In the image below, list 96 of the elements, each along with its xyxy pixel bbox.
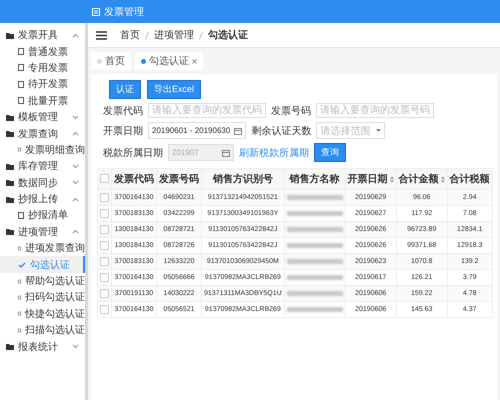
chevron-icon bbox=[72, 114, 79, 120]
folder-icon bbox=[6, 114, 14, 121]
document-icon bbox=[18, 97, 24, 104]
column-header: 发票号码 bbox=[156, 168, 202, 190]
field-label: 剩余认证天数 bbox=[251, 124, 312, 138]
chevron-icon bbox=[72, 229, 79, 234]
breadcrumb-item[interactable]: 首页 bbox=[120, 28, 140, 42]
menu-group[interactable]: 报表统计 bbox=[0, 338, 85, 355]
checkbox[interactable] bbox=[100, 273, 109, 282]
document-icon bbox=[18, 326, 21, 334]
chevron-icon bbox=[72, 180, 79, 186]
chevron-icon bbox=[72, 164, 79, 169]
separator-icon bbox=[199, 30, 203, 40]
app-icon bbox=[92, 8, 100, 16]
app-title: 发票管理 bbox=[104, 6, 144, 18]
document-icon bbox=[18, 64, 24, 72]
folder-icon bbox=[6, 179, 14, 186]
field-label: 税款所属日期 bbox=[103, 146, 163, 160]
column-header: 合计税额 bbox=[447, 168, 492, 190]
checkbox[interactable] bbox=[100, 193, 109, 202]
blurred-text bbox=[286, 242, 343, 248]
menu-item[interactable]: 扫码勾选认证 bbox=[0, 289, 85, 306]
menu-icon[interactable] bbox=[96, 30, 107, 40]
menu-group[interactable]: 库存管理 bbox=[0, 158, 85, 175]
checkbox[interactable] bbox=[100, 174, 109, 184]
column-header: 发票代码 bbox=[112, 168, 156, 190]
menu-item[interactable]: 普通发票 bbox=[0, 43, 85, 60]
checkbox[interactable] bbox=[100, 209, 109, 218]
menu-item[interactable]: 帮助勾选认证 bbox=[0, 272, 85, 290]
folder-icon bbox=[6, 196, 14, 203]
sort-icon[interactable] bbox=[390, 176, 394, 182]
check-icon bbox=[18, 262, 26, 268]
document-icon bbox=[18, 146, 21, 154]
menu-item[interactable]: 专用发票 bbox=[0, 60, 85, 76]
menu-group[interactable]: 进项管理 bbox=[0, 224, 85, 240]
checkbox[interactable] bbox=[100, 305, 109, 314]
menu-item[interactable]: 抄报清单 bbox=[0, 207, 85, 224]
menu-item[interactable]: 发票明细查询 bbox=[0, 142, 85, 158]
chevron-icon bbox=[72, 196, 79, 202]
folder-icon bbox=[6, 130, 14, 138]
checkbox[interactable] bbox=[100, 225, 109, 234]
field-label: 发票代码 bbox=[103, 104, 143, 118]
document-icon bbox=[18, 244, 21, 252]
chevron-icon bbox=[72, 32, 79, 38]
column-header: 销售方名称 bbox=[284, 168, 346, 190]
caret-icon bbox=[376, 128, 382, 132]
column-header: 销售方识别号 bbox=[202, 168, 284, 190]
close-icon[interactable] bbox=[192, 58, 197, 64]
document-icon bbox=[18, 294, 21, 301]
field-label: 开票日期 bbox=[103, 124, 143, 138]
tab[interactable]: 首页 bbox=[91, 52, 131, 70]
document-icon bbox=[18, 310, 21, 318]
document-icon bbox=[18, 48, 24, 56]
blurred-text bbox=[286, 226, 343, 232]
menu-item[interactable]: 待开发票 bbox=[0, 76, 85, 93]
menu-group[interactable]: 模板管理 bbox=[0, 108, 85, 126]
menu-item[interactable]: 扫描勾选认证 bbox=[0, 322, 85, 338]
separator-icon bbox=[145, 30, 149, 40]
calendar-icon bbox=[234, 126, 242, 134]
menu-item[interactable]: 批量开票 bbox=[0, 92, 85, 109]
folder-icon bbox=[6, 32, 14, 39]
blurred-text bbox=[286, 194, 343, 200]
menu-item[interactable]: 快捷勾选认证 bbox=[0, 306, 85, 322]
folder-icon bbox=[6, 162, 14, 170]
folder-icon bbox=[6, 228, 14, 236]
blurred-text bbox=[286, 258, 343, 264]
checkbox[interactable] bbox=[100, 257, 109, 266]
date-range-field[interactable]: 20190601 - 20190630 bbox=[148, 122, 246, 139]
column-header[interactable]: 开票日期 bbox=[345, 168, 396, 190]
chevron-icon bbox=[72, 344, 79, 350]
document-icon bbox=[18, 212, 24, 219]
input-field[interactable]: 请输入要查询的发票号码 bbox=[316, 103, 434, 118]
chevron-icon bbox=[72, 131, 79, 136]
calendar-icon bbox=[222, 148, 230, 156]
tab[interactable]: 勾选认证 bbox=[135, 52, 203, 70]
column-header[interactable]: 合计金额 bbox=[396, 168, 448, 190]
blurred-text bbox=[286, 306, 343, 312]
checkbox[interactable] bbox=[100, 241, 109, 250]
refresh-link[interactable]: 刷新税款所属期 bbox=[239, 146, 309, 160]
menu-group[interactable]: 发票查询 bbox=[0, 125, 85, 142]
document-icon bbox=[18, 80, 24, 88]
menu-group[interactable]: 发票开具 bbox=[0, 27, 85, 44]
field-label: 发票号码 bbox=[271, 104, 311, 118]
sort-icon[interactable] bbox=[440, 176, 445, 182]
blurred-text bbox=[286, 274, 343, 280]
blurred-text bbox=[286, 210, 343, 216]
menu-group[interactable]: 数据同步 bbox=[0, 174, 85, 191]
breadcrumb-item: 勾选认证 bbox=[208, 28, 248, 42]
menu-item[interactable]: 进项发票查询 bbox=[0, 240, 85, 256]
folder-icon bbox=[6, 343, 14, 350]
document-icon bbox=[18, 278, 21, 285]
input-field[interactable]: 请输入要查询的发票代码 bbox=[148, 103, 266, 118]
menu-group[interactable]: 抄报上传 bbox=[0, 190, 85, 208]
checkbox[interactable] bbox=[100, 289, 109, 298]
blurred-text bbox=[286, 290, 343, 296]
breadcrumb-item[interactable]: 进项管理 bbox=[154, 28, 194, 42]
